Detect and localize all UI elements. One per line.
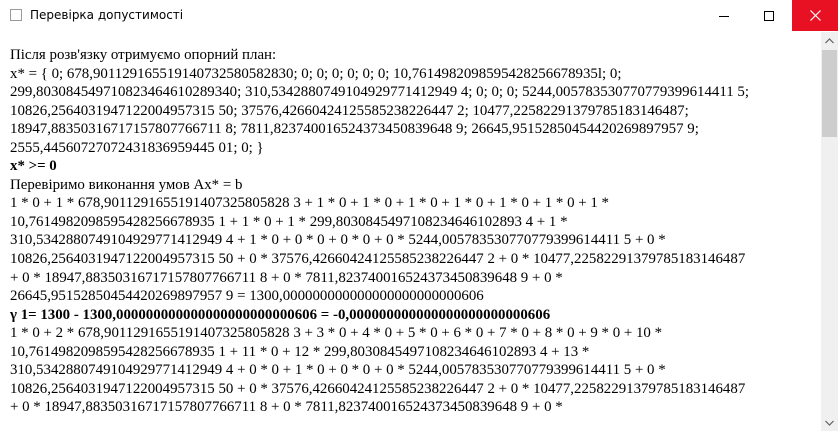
text-line: x* = { 0; 678,90112916551914073258058283…	[10, 65, 622, 82]
maximize-icon	[764, 10, 774, 21]
vertical-scrollbar[interactable]	[821, 32, 838, 431]
text-line: 10826,2564031947122004957315 50 + 0 * 37…	[10, 251, 746, 268]
text-line: 18947,88350316717157807766711 8; 7811,82…	[10, 121, 699, 138]
dialog-window: Перевірка допустимості Після розв'язку о…	[0, 0, 838, 431]
text-line: 26645,95152850454420269897957 9 = 1300,0…	[10, 288, 484, 305]
text-line: 10826,2564031947122004957315 50; 37576,4…	[10, 102, 689, 119]
minimize-button[interactable]	[701, 0, 747, 31]
text-line: + 0 * 18947,88350316717157807766711 8 + …	[10, 269, 563, 286]
scroll-down-button[interactable]	[821, 414, 838, 431]
maximize-button[interactable]	[746, 0, 792, 31]
text-line: Перевіримо виконання умов Ax* = b	[10, 176, 243, 193]
scroll-up-arrow-icon	[825, 37, 834, 43]
text-line: Після розв'язку отримуємо опорний план:	[10, 47, 277, 63]
text-line: 1 * 0 + 2 * 678,901129165519140732580582…	[10, 325, 663, 342]
text-line: x* >= 0	[10, 158, 57, 175]
text-line: 10,7614982098595428256678935 1 + 1 * 0 +…	[10, 213, 568, 230]
text-line: 310,5342880749104929771412949 4 + 0 * 0 …	[10, 362, 666, 379]
close-button[interactable]	[792, 0, 838, 31]
results-text: Після розв'язку отримуємо опорний план: x…	[10, 46, 815, 417]
window-app-icon	[10, 9, 22, 21]
text-line: 1 * 0 + 1 * 678,901129165519140732580582…	[10, 195, 609, 212]
scrollbar-thumb[interactable]	[822, 50, 837, 137]
text-line: 299,803084549710823464610289340; 310,534…	[10, 84, 750, 101]
text-line: 310,5342880749104929771412949 4 + 1 * 0 …	[10, 232, 666, 249]
text-line: 10826,2564031947122004957315 50 + 0 * 37…	[10, 380, 746, 397]
title-bar[interactable]: Перевірка допустимості	[0, 0, 838, 32]
close-icon	[809, 10, 821, 21]
text-line: 10,7614982098595428256678935 1 + 11 * 0 …	[10, 343, 590, 360]
text-line: 2555,44560727072431836959445 01; 0; }	[10, 139, 264, 156]
text-line: γ 1= 1300 - 1300,00000000000000000000000…	[10, 306, 551, 323]
scroll-down-arrow-icon	[825, 420, 834, 426]
results-text-area[interactable]: Після розв'язку отримуємо опорний план: x…	[0, 32, 821, 431]
window-title: Перевірка допустимості	[30, 8, 184, 22]
minimize-icon	[719, 15, 729, 17]
scroll-up-button[interactable]	[821, 32, 838, 49]
text-line: + 0 * 18947,88350316717157807766711 8 + …	[10, 399, 563, 416]
